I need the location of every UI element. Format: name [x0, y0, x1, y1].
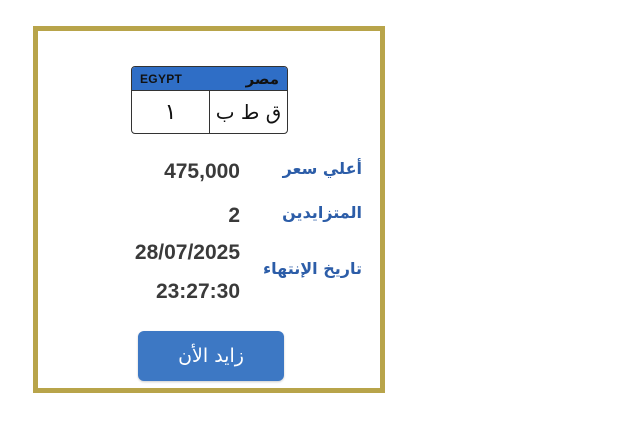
plate-country-en: EGYPT	[140, 71, 183, 86]
end-time-value: 23:27:30	[155, 280, 240, 303]
plate-body: ١ ق ط ب	[132, 91, 287, 133]
plate-letters: ق ط ب	[215, 100, 282, 124]
auction-card: EGYPT مصر ١ ق ط ب أعلي سعر 475,000 المتز…	[33, 26, 385, 393]
plate-number: ١	[132, 91, 210, 133]
highest-price-value: 475,000	[164, 160, 240, 183]
plate-country-ar: مصر	[245, 69, 279, 88]
license-plate: EGYPT مصر ١ ق ط ب	[131, 66, 288, 134]
bidders-label: المتزايدين	[282, 203, 362, 222]
end-date-value: 28/07/2025	[134, 241, 240, 264]
plate-header: EGYPT مصر	[132, 67, 287, 91]
end-date-label: تاريخ الإنتهاء	[262, 259, 362, 278]
highest-price-label: أعلي سعر	[282, 159, 362, 178]
bidders-value: 2	[228, 204, 240, 227]
bid-now-button[interactable]: زايد الأن	[138, 331, 284, 381]
